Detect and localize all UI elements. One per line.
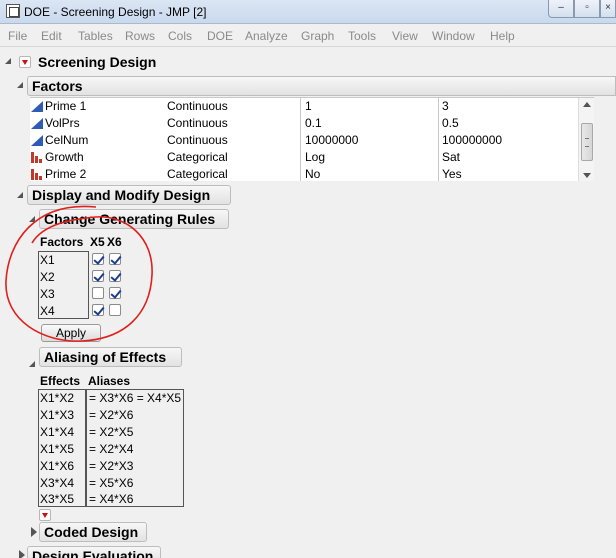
- factor-high-value[interactable]: Yes: [442, 167, 462, 181]
- window-title: DOE - Screening Design - JMP [2]: [24, 5, 207, 19]
- x6-column-header: X6: [107, 235, 122, 249]
- x5-column-header: X5: [90, 235, 105, 249]
- factor-high-value[interactable]: 0.5: [442, 116, 459, 130]
- menu-window[interactable]: Window: [432, 29, 475, 43]
- factor-low-value[interactable]: Log: [305, 150, 325, 164]
- factors-disclosure-icon[interactable]: [17, 82, 23, 88]
- table-row: = X2*X5: [89, 425, 134, 439]
- table-row: = X2*X4: [89, 442, 134, 456]
- display-modify-disclosure-icon[interactable]: [17, 192, 23, 198]
- menu-tools[interactable]: Tools: [348, 29, 376, 43]
- menu-doe[interactable]: DOE: [207, 29, 233, 43]
- screening-design-disclosure-icon[interactable]: [5, 58, 11, 64]
- factor-low-value[interactable]: No: [305, 167, 320, 181]
- coded-design-header[interactable]: Coded Design: [39, 522, 147, 542]
- factors-scrollbar[interactable]: [578, 98, 594, 181]
- aliasing-header[interactable]: Aliasing of Effects: [39, 347, 182, 367]
- table-row: = X2*X3: [89, 459, 134, 473]
- menu-cols[interactable]: Cols: [168, 29, 192, 43]
- design-evaluation-header[interactable]: Design Evaluation: [27, 546, 161, 558]
- categorical-icon: [31, 169, 43, 180]
- factors-header[interactable]: Factors: [27, 76, 616, 96]
- screening-design-title: Screening Design: [38, 54, 157, 70]
- menu-tables[interactable]: Tables: [78, 29, 113, 43]
- generating-rules-header[interactable]: Change Generating Rules: [39, 209, 229, 229]
- menu-view[interactable]: View: [392, 29, 418, 43]
- menu-analyze[interactable]: Analyze: [245, 29, 288, 43]
- table-row: X1*X6: [40, 459, 75, 473]
- generating-rules-disclosure-icon[interactable]: [29, 216, 35, 222]
- factor-low-value[interactable]: 1: [305, 99, 312, 113]
- continuous-icon: [31, 101, 43, 112]
- factors-column-header: Factors: [40, 235, 84, 249]
- table-row[interactable]: Prime 2 Categorical No Yes: [30, 166, 578, 181]
- table-row: = X4*X6: [89, 492, 134, 506]
- factor-high-value[interactable]: Sat: [442, 150, 460, 164]
- maximize-button[interactable]: ▫: [574, 0, 600, 18]
- categorical-icon: [31, 152, 43, 163]
- aliasing-disclosure-icon[interactable]: [29, 361, 35, 367]
- title-bar: DOE - Screening Design - JMP [2] – ▫ ×: [0, 0, 616, 24]
- continuous-icon: [31, 135, 43, 146]
- list-item: X1: [40, 253, 55, 267]
- x3-x6-checkbox[interactable]: [109, 287, 121, 299]
- menu-rows[interactable]: Rows: [125, 29, 155, 43]
- scroll-down-icon[interactable]: [583, 173, 591, 178]
- list-item: X2: [40, 270, 55, 284]
- table-row: X3*X4: [40, 476, 75, 490]
- table-row: = X2*X6: [89, 408, 134, 422]
- factor-high-value[interactable]: 100000000: [442, 133, 502, 147]
- app-icon: [6, 4, 20, 18]
- close-button[interactable]: ×: [600, 0, 616, 18]
- x2-x5-checkbox[interactable]: [92, 270, 104, 282]
- effects-column-header: Effects: [40, 374, 81, 388]
- list-item: X4: [40, 304, 55, 318]
- continuous-icon: [31, 118, 43, 129]
- x1-x6-checkbox[interactable]: [109, 253, 121, 265]
- screening-design-red-triangle-icon[interactable]: [19, 56, 31, 68]
- scroll-thumb[interactable]: [581, 123, 593, 161]
- list-item: X3: [40, 287, 55, 301]
- table-row: X1*X2: [40, 391, 75, 405]
- factor-low-value[interactable]: 0.1: [305, 116, 322, 130]
- menu-edit[interactable]: Edit: [41, 29, 62, 43]
- factors-table: Prime 1 Continuous 1 3 VolPrs Continuous…: [30, 97, 594, 181]
- table-row: X1*X5: [40, 442, 75, 456]
- scroll-up-icon[interactable]: [583, 102, 591, 107]
- table-row: X1*X3: [40, 408, 75, 422]
- design-evaluation-disclosure-icon[interactable]: [19, 550, 25, 558]
- factor-high-value[interactable]: 3: [442, 99, 449, 113]
- menu-graph[interactable]: Graph: [301, 29, 334, 43]
- aliases-column-header: Aliases: [88, 374, 131, 388]
- table-row[interactable]: Growth Categorical Log Sat: [30, 149, 578, 166]
- factor-low-value[interactable]: 10000000: [305, 133, 358, 147]
- display-modify-header[interactable]: Display and Modify Design: [27, 185, 231, 205]
- coded-design-disclosure-icon[interactable]: [31, 527, 37, 537]
- table-row[interactable]: Prime 1 Continuous 1 3: [30, 98, 578, 115]
- aliasing-red-triangle-icon[interactable]: [39, 509, 51, 521]
- table-row: X3*X5: [40, 492, 75, 506]
- x4-x6-checkbox[interactable]: [109, 304, 121, 316]
- jmp-window: DOE - Screening Design - JMP [2] – ▫ × F…: [0, 0, 616, 558]
- menu-bar: File Edit Tables Rows Cols DOE Analyze G…: [0, 25, 616, 47]
- apply-button[interactable]: Apply: [41, 324, 101, 342]
- x3-x5-checkbox[interactable]: [92, 287, 104, 299]
- x2-x6-checkbox[interactable]: [109, 270, 121, 282]
- table-row[interactable]: CelNum Continuous 10000000 100000000: [30, 132, 578, 149]
- table-row: X1*X4: [40, 425, 75, 439]
- x4-x5-checkbox[interactable]: [92, 304, 104, 316]
- menu-help[interactable]: Help: [490, 29, 515, 43]
- menu-file[interactable]: File: [8, 29, 27, 43]
- minimize-button[interactable]: –: [548, 0, 574, 18]
- table-row[interactable]: VolPrs Continuous 0.1 0.5: [30, 115, 578, 132]
- table-row: = X3*X6 = X4*X5: [89, 391, 182, 405]
- x1-x5-checkbox[interactable]: [92, 253, 104, 265]
- table-row: = X5*X6: [89, 476, 134, 490]
